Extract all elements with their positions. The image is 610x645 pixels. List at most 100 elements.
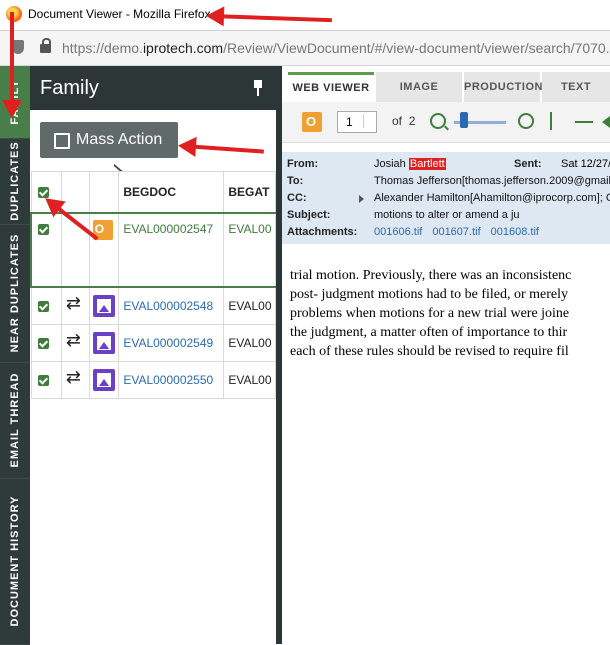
url-prefix: https://demo.	[62, 40, 143, 56]
cc-row: CC: Alexander Hamilton[Ahamilton@iprocor…	[287, 192, 610, 204]
tab-email-thread[interactable]: EMAIL THREAD	[0, 362, 30, 479]
swap-arrows-icon	[66, 367, 86, 388]
row-begat-cell: EVAL00	[223, 324, 276, 362]
subject-value: motions to alter or amend a ju	[374, 209, 520, 221]
begdoc-link[interactable]: EVAL000002550	[119, 373, 213, 387]
table-row[interactable]: EVAL000002550 EVAL00	[30, 361, 276, 399]
tab-image[interactable]: IMAGE	[376, 72, 462, 102]
cc-label: CC:	[287, 192, 307, 204]
email-header: From: Josiah Bartlett Sent: Sat 12/27/ T…	[282, 152, 610, 244]
table-header-row: BEGDOC BEGAT	[30, 171, 276, 214]
row-begdoc-cell[interactable]: EVAL000002548	[118, 286, 225, 325]
family-table: BEGDOC BEGAT EVAL000002547 EVAL00 EVAL00…	[29, 171, 276, 399]
from-highlighted-name: Bartlett	[408, 158, 446, 170]
begdoc-link[interactable]: EVAL000002549	[119, 336, 213, 350]
side-tab-bar: FAMILY DUPLICATES NEAR DUPLICATES EMAIL …	[0, 66, 30, 645]
previous-arrow-icon[interactable]	[602, 116, 610, 128]
sent-value: Sat 12/27/	[561, 158, 610, 170]
url-path: /Review/ViewDocument/#/view-document/vie…	[223, 40, 610, 56]
body-line: the judgment, a matter often of importan…	[290, 325, 568, 340]
begdoc-link[interactable]: EVAL000002548	[119, 299, 213, 313]
image-file-icon	[92, 295, 115, 317]
email-body: trial motion. Previously, there was an i…	[290, 266, 610, 361]
tab-web-viewer[interactable]: WEB VIEWER	[288, 72, 374, 102]
begat-value: EVAL00	[228, 336, 272, 350]
column-header-begdoc[interactable]: BEGDOC	[118, 171, 225, 214]
row-relation-cell	[60, 286, 90, 325]
zoom-in-icon[interactable]	[518, 113, 534, 129]
address-bar[interactable]: https://demo.iprotech.com/Review/ViewDoc…	[0, 31, 610, 66]
firefox-logo-icon	[6, 6, 22, 22]
document-viewer: WEB VIEWER IMAGE PRODUCTION TEXT 1 of 2 …	[282, 66, 610, 644]
row-begat-cell: EVAL00	[223, 212, 276, 288]
row-check-cell[interactable]	[30, 361, 62, 399]
sent-label: Sent:	[514, 158, 542, 170]
page-total: 2	[408, 114, 416, 128]
zoom-slider-handle[interactable]	[460, 112, 468, 128]
expand-arrow-icon[interactable]	[359, 195, 364, 203]
page-number-input[interactable]: 1	[337, 111, 377, 133]
attachments-label: Attachments:	[287, 226, 358, 238]
row-relation-cell	[60, 361, 90, 399]
pin-icon[interactable]	[252, 80, 264, 96]
row-begat-cell: EVAL00	[223, 361, 276, 399]
cc-value: Alexander Hamilton[Ahamilton@iprocorp.co…	[374, 192, 610, 204]
to-value: Thomas Jefferson[thomas.jefferson.2009@g…	[374, 175, 610, 187]
fit-height-icon[interactable]	[550, 112, 552, 130]
url-text[interactable]: https://demo.iprotech.com/Review/ViewDoc…	[62, 40, 610, 56]
body-line: each of these rules should be revised to…	[290, 344, 569, 359]
fit-width-icon[interactable]	[575, 121, 593, 123]
edit-icon	[54, 133, 70, 149]
row-type-cell	[88, 361, 120, 399]
attachment-link[interactable]: 001607.tif	[432, 226, 480, 238]
row-checkbox[interactable]	[38, 224, 49, 236]
row-relation-cell	[60, 324, 90, 362]
tab-text[interactable]: TEXT	[542, 72, 610, 102]
zoom-out-icon[interactable]	[430, 113, 446, 129]
body-line: problems when motions for a new trial we…	[290, 306, 570, 321]
lock-icon[interactable]	[40, 38, 51, 53]
mass-action-button[interactable]: Mass Action	[40, 122, 178, 158]
window-titlebar: Document Viewer - Mozilla Firefox	[0, 0, 610, 31]
from-label: From:	[287, 158, 319, 170]
annotation-arrow-family-tab	[10, 12, 14, 112]
body-line: trial motion. Previously, there was an i…	[290, 268, 572, 283]
begat-value: EVAL00	[228, 373, 272, 387]
row-check-cell[interactable]	[30, 324, 62, 362]
attachment-link[interactable]: 001606.tif	[374, 226, 422, 238]
row-begdoc-cell[interactable]: EVAL000002547	[118, 212, 225, 288]
from-row: From: Josiah Bartlett Sent: Sat 12/27/	[287, 158, 610, 170]
begdoc-link[interactable]: EVAL000002547	[119, 222, 213, 236]
row-checkbox[interactable]	[37, 338, 49, 350]
row-check-cell[interactable]	[30, 286, 62, 325]
mass-action-label: Mass Action	[76, 131, 163, 148]
row-checkbox[interactable]	[37, 301, 49, 313]
outlook-icon[interactable]	[302, 112, 322, 132]
row-checkbox[interactable]	[37, 375, 49, 387]
swap-arrows-icon	[66, 293, 86, 314]
tab-document-history[interactable]: DOCUMENT HISTORY	[0, 478, 30, 645]
image-file-icon	[92, 332, 115, 354]
body-line: post- judgment motions had to be filed, …	[290, 287, 569, 302]
tab-production[interactable]: PRODUCTION	[464, 72, 542, 102]
table-row[interactable]: EVAL000002548 EVAL00	[30, 286, 276, 325]
table-row[interactable]: EVAL000002547 EVAL00	[29, 212, 276, 288]
attachment-link[interactable]: 001608.tif	[491, 226, 539, 238]
begat-value: EVAL00	[228, 299, 272, 313]
table-row[interactable]: EVAL000002549 EVAL00	[30, 324, 276, 362]
subject-label: Subject:	[287, 209, 331, 221]
family-header: Family	[30, 66, 276, 110]
row-begdoc-cell[interactable]: EVAL000002549	[118, 324, 225, 362]
viewer-tab-bar: WEB VIEWER IMAGE PRODUCTION TEXT	[282, 72, 610, 102]
tab-near-duplicates[interactable]: NEAR DUPLICATES	[0, 224, 30, 363]
viewer-toolbar: 1 of 2	[282, 102, 610, 143]
attachments-list: 001606.tif 001607.tif 001608.tif	[374, 226, 549, 238]
page-spinner[interactable]	[363, 114, 374, 128]
column-header-begat[interactable]: BEGAT	[223, 171, 276, 214]
header-blank-2	[88, 171, 120, 214]
row-begdoc-cell[interactable]: EVAL000002550	[118, 361, 225, 399]
tab-document-history-label: DOCUMENT HISTORY	[9, 495, 21, 627]
tab-duplicates-label: DUPLICATES	[9, 141, 21, 221]
tab-duplicates[interactable]: DUPLICATES	[0, 138, 30, 225]
row-check-cell[interactable]	[29, 212, 62, 288]
